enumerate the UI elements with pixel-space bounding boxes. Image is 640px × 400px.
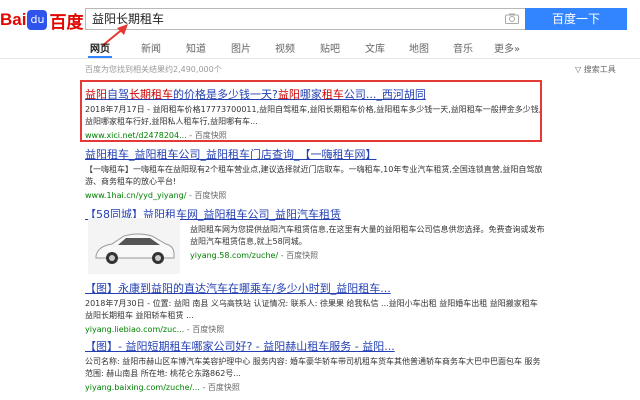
- result-url-line: www.1hai.cn/yyd_yiyang/ - 百度快照: [85, 190, 545, 201]
- result-count: 百度为您找到相关结果约2,490,000个: [85, 65, 222, 74]
- tab-more[interactable]: 更多»: [494, 40, 520, 55]
- baidu-logo[interactable]: Bai du 百度: [0, 8, 83, 32]
- result-url-line: yiyang.liebiao.com/zuc... - 百度快照: [85, 324, 545, 335]
- cache-link[interactable]: - 百度快照: [202, 383, 239, 392]
- tab-tieba[interactable]: 贴吧: [320, 40, 340, 55]
- filter-icon: ▽: [575, 65, 582, 74]
- cache-link[interactable]: - 百度快照: [189, 191, 226, 200]
- search-tools-label: 搜索工具: [583, 65, 616, 74]
- result-snippet: 益阳租车网为您提供益阳汽车租赁信息,在这里有大量的益阳租车公司信息供您选择。免费…: [190, 225, 545, 246]
- result-title[interactable]: 【图】永康到益阳的直达汽车在哪乘车/多少小时到_益阳租车...: [85, 280, 545, 296]
- search-result: 益阳租车_益阳租车公司_益阳租车门店查询_【一嗨租车网】 【一嗨租车】一嗨租车在…: [85, 146, 545, 201]
- result-url-line: yiyang.58.com/zuche/ - 百度快照: [190, 250, 545, 261]
- search-tools-link[interactable]: ▽ 搜索工具: [575, 64, 616, 75]
- tab-news[interactable]: 新闻: [141, 40, 161, 55]
- cache-link[interactable]: - 百度快照: [187, 325, 224, 334]
- paw-icon: du: [27, 10, 48, 30]
- tab-wenku[interactable]: 文库: [365, 40, 385, 55]
- tab-zhidao[interactable]: 知道: [186, 40, 206, 55]
- logo-bai: Bai: [0, 10, 27, 29]
- search-result: 【图】永康到益阳的直达汽车在哪乘车/多少小时到_益阳租车... 2018年7月3…: [85, 280, 545, 335]
- tab-map[interactable]: 地图: [409, 40, 429, 55]
- result-title[interactable]: 益阳租车_益阳租车公司_益阳租车门店查询_【一嗨租车网】: [85, 146, 545, 162]
- result-snippet: 【一嗨租车】一嗨租车在益阳现有2个租车营业点,建议选择就近门店取车。一嗨租车,1…: [85, 165, 543, 186]
- result-snippet: 公司名称: 益阳市赫山区车博汽车美容护理中心 服务内容: 婚车豪华轿车带司机租车…: [85, 357, 541, 378]
- result-url[interactable]: www.1hai.cn/yyd_yiyang/: [85, 191, 186, 200]
- search-result: 【图】- 益阳短期租车哪家公司好? - 益阳赫山租车服务 - 益阳... 公司名…: [85, 338, 545, 393]
- result-url[interactable]: yiyang.58.com/zuche/: [190, 251, 278, 260]
- result-url-line: yiyang.baixing.com/zuche/... - 百度快照: [85, 382, 545, 393]
- result-url[interactable]: yiyang.liebiao.com/zuc...: [85, 325, 184, 334]
- tab-bar: 网页 新闻 知道 图片 视频 贴吧 文库 地图 音乐 更多»: [0, 38, 640, 59]
- tab-video[interactable]: 视频: [275, 40, 295, 55]
- header: Bai du 百度 益阳长期租车 百度一下: [0, 0, 640, 38]
- camera-icon[interactable]: [505, 13, 519, 24]
- search-button[interactable]: 百度一下: [525, 8, 627, 30]
- logo-du: 百度: [49, 12, 84, 32]
- tab-web[interactable]: 网页: [90, 40, 110, 55]
- tab-music[interactable]: 音乐: [453, 40, 473, 55]
- result-url[interactable]: yiyang.baixing.com/zuche/...: [85, 383, 200, 392]
- search-result-body: 益阳租车网为您提供益阳汽车租赁信息,在这里有大量的益阳租车公司信息供您选择。免费…: [190, 222, 545, 261]
- search-box[interactable]: 益阳长期租车: [85, 8, 525, 30]
- cache-link[interactable]: - 百度快照: [281, 251, 318, 260]
- red-highlight-box: [80, 80, 542, 142]
- car-thumbnail[interactable]: [88, 218, 180, 274]
- result-title[interactable]: 【图】- 益阳短期租车哪家公司好? - 益阳赫山租车服务 - 益阳...: [85, 338, 545, 354]
- result-snippet: 2018年7月30日 - 位置: 益阳 南县 义乌高铁站 认证情况: 联系人: …: [85, 299, 538, 320]
- active-tab-indicator: [88, 56, 112, 58]
- tab-images[interactable]: 图片: [231, 40, 251, 55]
